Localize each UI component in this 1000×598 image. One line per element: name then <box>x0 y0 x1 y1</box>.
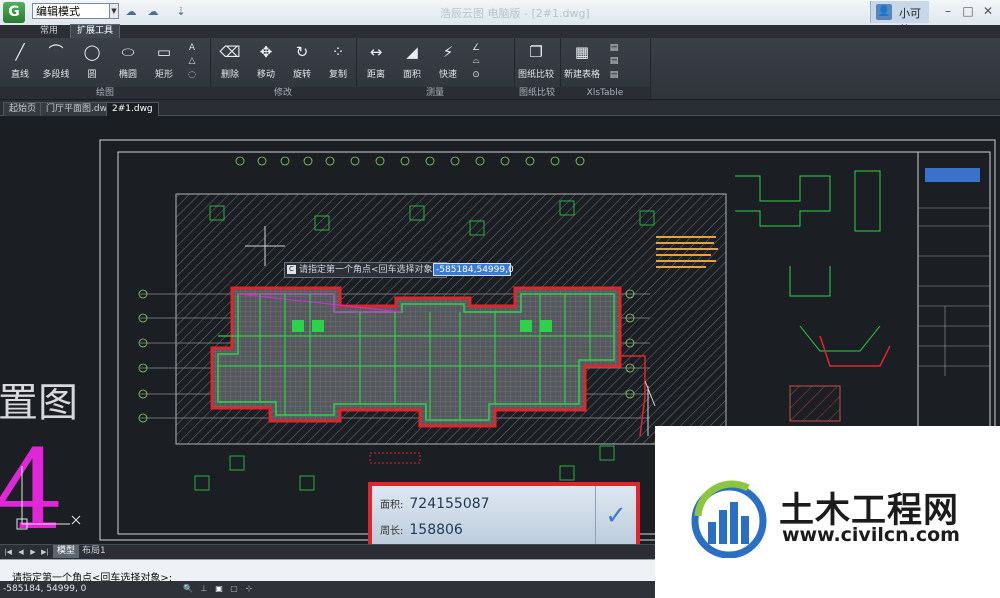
new-table-button[interactable]: ▦ 新建表格 <box>564 40 600 84</box>
user-account[interactable]: 👤 小可儿 <box>870 1 929 36</box>
drawing-text-title: 置图 <box>0 380 78 426</box>
area-icon: ◢ <box>406 43 418 61</box>
copy-icon: ⁘ <box>331 43 345 61</box>
cloud-shape-icon[interactable]: ◌ <box>186 69 198 81</box>
ribbon: ╱ 直线 ⌒ 多段线 ◯ 圆 ⬭ 椭圆 ▭ 矩形 A △ ◌ 绘图 ⌫ 删除 ✥ <box>0 38 1000 100</box>
quick-measure-button[interactable]: ⚡ 快速 <box>430 40 466 84</box>
last-layout-icon[interactable]: ▶| <box>40 546 50 558</box>
compare-drawings-button[interactable]: ❐ 图纸比较 <box>518 40 554 84</box>
area-label: 面积: <box>380 500 404 511</box>
circle-button[interactable]: ◯ 圆 <box>74 40 110 84</box>
document-tab-bar: 起始页 门厅平面图.dwg 2#1.dwg <box>0 100 1000 116</box>
ortho-icon[interactable]: ▢ <box>229 584 239 594</box>
layout-tab-bar: |◀ ◀ ▶ ▶| 模型 布局1 <box>0 544 655 559</box>
angle-icon[interactable]: ∠ <box>470 42 482 54</box>
table-import-icon[interactable]: ▤ <box>608 42 620 54</box>
perimeter-row: 周长: 158806 <box>380 522 463 538</box>
minimize-button[interactable]: – <box>940 3 956 19</box>
ribbon-group-measure: ↔ 距离 ◢ 面积 ⚡ 快速 ∠ ⌓ ⊙ 测量 <box>356 38 515 99</box>
line-button[interactable]: ╱ 直线 <box>2 40 38 84</box>
osnap-icon[interactable]: ⊹ <box>244 584 254 594</box>
coordinate-icon[interactable]: ⊙ <box>470 69 482 81</box>
ribbon-group-draw: ╱ 直线 ⌒ 多段线 ◯ 圆 ⬭ 椭圆 ▭ 矩形 A △ ◌ 绘图 <box>0 38 211 99</box>
watermark: 土木工程网 www.civilcn.com <box>655 426 1000 598</box>
ellipse-button[interactable]: ⬭ 椭圆 <box>110 40 146 84</box>
app-logo[interactable]: G <box>3 2 25 23</box>
arc-length-icon[interactable]: ⌓ <box>470 55 482 67</box>
polyline-icon: ⌒ <box>48 43 64 61</box>
triangle-icon[interactable]: △ <box>186 55 198 67</box>
status-bar: -585184, 54999, 0 🔍 ⊥ ▣ ▢ ⊹ <box>0 581 655 598</box>
rotate-button[interactable]: ↻ 旋转 <box>284 40 320 84</box>
rectangle-button[interactable]: ▭ 矩形 <box>146 40 182 84</box>
compare-icon: ❐ <box>529 43 543 61</box>
watermark-url: www.civilcn.com <box>782 524 960 546</box>
move-button[interactable]: ✥ 移动 <box>248 40 284 84</box>
table-icon: ▦ <box>574 43 590 61</box>
polyline-button[interactable]: ⌒ 多段线 <box>38 40 74 84</box>
tab-common[interactable]: 常用 <box>34 25 64 38</box>
ribbon-group-label: 测量 <box>356 87 514 99</box>
line-icon: ╱ <box>15 43 25 61</box>
tab-start-page[interactable]: 起始页 <box>3 102 43 116</box>
ribbon-group-label: 图纸比较 <box>514 87 560 99</box>
command-line[interactable]: 请指定第一个角点<回车选择对象>: <box>0 559 655 584</box>
ribbon-group-label: 绘图 <box>0 87 210 99</box>
quick-measure-icon: ⚡ <box>442 43 454 61</box>
move-icon: ✥ <box>259 43 273 61</box>
close-button[interactable]: ✕ <box>980 3 996 19</box>
grid-icon[interactable]: ⊥ <box>199 584 209 594</box>
ribbon-tab-bar: 常用 扩展工具 <box>0 24 1000 38</box>
tab-model[interactable]: 模型 <box>53 545 80 558</box>
table-export-icon[interactable]: ▤ <box>608 55 620 67</box>
perimeter-label: 周长: <box>380 526 404 537</box>
area-row: 面积: 724155087 <box>380 496 490 512</box>
copy-button[interactable]: ⁘ 复制 <box>320 40 356 84</box>
drawing-text-number: 4 <box>0 426 64 544</box>
delete-button[interactable]: ⌫ 删除 <box>212 40 248 84</box>
command-icon: C <box>287 265 296 274</box>
customize-toolbar-icon[interactable]: ⇣ <box>172 4 190 19</box>
tab-current-drawing[interactable]: 2#1.dwg <box>106 102 159 116</box>
cursor-coordinates: -585184, 54999, 0 <box>3 584 87 594</box>
ellipse-icon: ⬭ <box>121 43 135 61</box>
snap-icon[interactable]: ▣ <box>214 584 224 594</box>
open-cloud-icon[interactable]: ☁ <box>122 4 140 19</box>
rotate-icon: ↻ <box>295 43 309 61</box>
tab-extended-tools[interactable]: 扩展工具 <box>70 24 121 38</box>
distance-icon: ↔ <box>369 43 383 61</box>
maximize-button[interactable]: □ <box>960 3 976 19</box>
command-tooltip: C 请指定第一个角点<回车选择对象>: <box>284 262 448 278</box>
measure-result-panel: 面积: 724155087 周长: 158806 ✓ <box>368 482 640 544</box>
tab-layout1[interactable]: 布局1 <box>78 545 110 558</box>
distance-button[interactable]: ↔ 距离 <box>358 40 394 84</box>
table-edit-icon[interactable]: ▤ <box>608 69 620 81</box>
chevron-down-icon[interactable]: ▼ <box>109 3 119 19</box>
circle-icon: ◯ <box>83 43 101 61</box>
title-bar: G 编辑模式 ▼ ☁ ☁ ⇣ 浩辰云图 电脑版 - [2#1.dwg] 👤 小可… <box>0 0 1000 36</box>
rectangle-icon: ▭ <box>156 43 172 61</box>
perimeter-value: 158806 <box>409 522 463 538</box>
coordinate-input[interactable]: -585184,54999,0 <box>433 263 514 276</box>
confirm-check-icon[interactable]: ✓ <box>595 486 636 544</box>
eraser-icon: ⌫ <box>219 43 241 61</box>
user-avatar-icon: 👤 <box>876 4 892 20</box>
next-layout-icon[interactable]: ▶ <box>28 546 38 558</box>
ribbon-group-compare: ❐ 图纸比较 图纸比较 <box>514 38 561 99</box>
ribbon-group-label: 修改 <box>210 87 356 99</box>
text-icon[interactable]: A <box>186 42 198 54</box>
ribbon-group-label: XlsTable <box>560 87 650 99</box>
ribbon-group-modify: ⌫ 删除 ✥ 移动 ↻ 旋转 ⁘ 复制 修改 <box>210 38 357 99</box>
zoom-icon[interactable]: 🔍 <box>183 584 193 594</box>
area-value: 724155087 <box>409 496 490 512</box>
window-title: 浩辰云图 电脑版 - [2#1.dwg] <box>440 7 590 20</box>
first-layout-icon[interactable]: |◀ <box>3 546 13 558</box>
mode-select[interactable]: 编辑模式 <box>32 3 118 19</box>
command-prompt-text: 请指定第一个角点<回车选择对象>: <box>299 265 444 275</box>
ribbon-group-xlstable: ▦ 新建表格 ▤ ▤ ▤ XlsTable <box>560 38 651 99</box>
civilcn-logo-icon <box>691 480 767 558</box>
prev-layout-icon[interactable]: ◀ <box>16 546 26 558</box>
save-cloud-icon[interactable]: ☁ <box>144 4 162 19</box>
area-button[interactable]: ◢ 面积 <box>394 40 430 84</box>
